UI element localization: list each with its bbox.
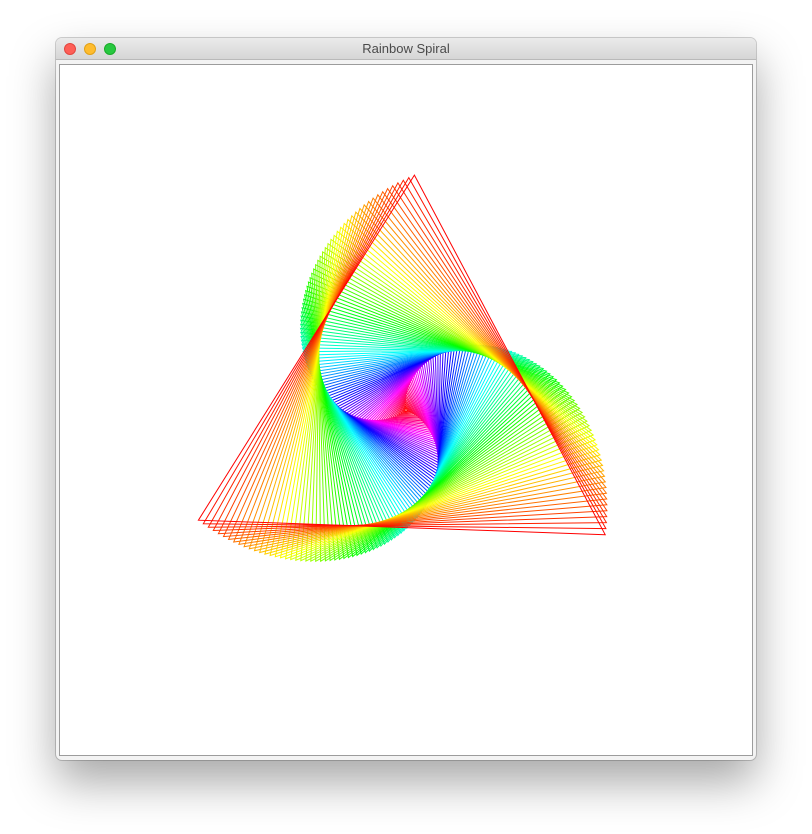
title-bar[interactable]: Rainbow Spiral [56,38,756,60]
app-window: Rainbow Spiral [56,38,756,760]
rainbow-spiral-drawing [197,174,608,563]
window-title: Rainbow Spiral [362,41,450,56]
drawing-canvas[interactable] [59,64,753,756]
